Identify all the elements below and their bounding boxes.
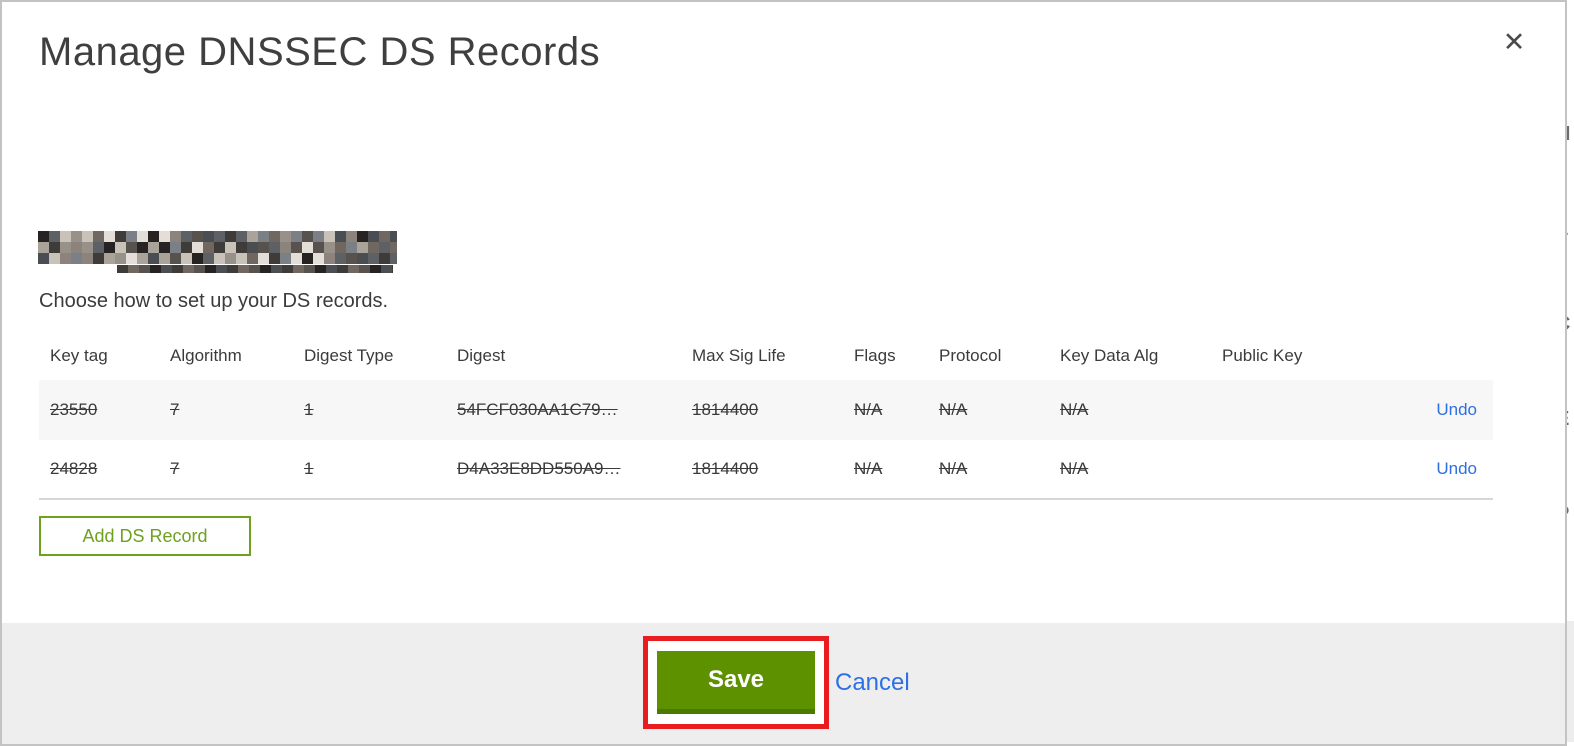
table-row: 23550 7 1 54FCF030AA1C79… 1814400 N/A N/… (39, 380, 1493, 440)
key-tag-cell: 23550 (50, 400, 98, 419)
header-digest: Digest (457, 346, 506, 365)
max-sig-life-cell: 1814400 (692, 400, 759, 419)
background-text-fragment: C (1567, 313, 1570, 336)
redacted-domain-underline (117, 265, 393, 273)
protocol-cell: N/A (939, 400, 968, 419)
flags-cell: N/A (854, 400, 883, 419)
page-title: Manage DNSSEC DS Records (39, 30, 601, 74)
header-digest-type: Digest Type (304, 346, 394, 365)
background-page-sliver: soNoLoCoEoPo (1567, 0, 1574, 746)
algorithm-cell: 7 (170, 400, 180, 419)
background-text-fragment: P (1567, 503, 1569, 526)
key-tag-cell: 24828 (50, 459, 98, 478)
manage-dnssec-modal: Manage DNSSEC DS Records ✕ Choose how to… (0, 0, 1567, 746)
flags-cell: N/A (854, 459, 883, 478)
digest-cell: D4A33E8DD550A9… (457, 459, 621, 478)
header-max-sig-life: Max Sig Life (692, 346, 786, 365)
undo-link[interactable]: Undo (1436, 400, 1477, 420)
header-key-tag: Key tag (50, 346, 108, 365)
subtitle-text: Choose how to set up your DS records. (39, 290, 389, 312)
background-footer-sliver (1567, 621, 1574, 742)
digest-type-cell: 1 (304, 400, 314, 419)
table-row: 24828 7 1 D4A33E8DD550A9… 1814400 N/A N/… (39, 440, 1493, 500)
header-key-data-alg: Key Data Alg (1060, 346, 1159, 365)
redacted-domain (38, 231, 397, 265)
save-highlight-annotation: Save (643, 636, 829, 729)
background-text-fragment: E (1567, 408, 1569, 431)
undo-link[interactable]: Undo (1436, 459, 1477, 479)
add-ds-record-button[interactable]: Add DS Record (39, 516, 251, 556)
save-button[interactable]: Save (657, 651, 815, 714)
algorithm-cell: 7 (170, 459, 180, 478)
digest-type-cell: 1 (304, 459, 314, 478)
header-flags: Flags (854, 346, 896, 365)
ds-records-table: Key tag Algorithm Digest Type Digest Max… (39, 332, 1493, 500)
header-protocol: Protocol (939, 346, 1002, 365)
screenshot-root: Manage DNSSEC DS Records ✕ Choose how to… (0, 0, 1574, 746)
cancel-link[interactable]: Cancel (835, 636, 910, 729)
key-data-alg-cell: N/A (1060, 400, 1089, 419)
digest-cell: 54FCF030AA1C79… (457, 400, 618, 419)
background-text-fragment: L (1567, 218, 1568, 241)
key-data-alg-cell: N/A (1060, 459, 1089, 478)
close-icon[interactable]: ✕ (1494, 22, 1534, 62)
background-text-fragment: N (1567, 123, 1570, 146)
protocol-cell: N/A (939, 459, 968, 478)
header-algorithm: Algorithm (170, 346, 242, 365)
modal-footer: Save Cancel (2, 623, 1565, 744)
max-sig-life-cell: 1814400 (692, 459, 759, 478)
table-header-row: Key tag Algorithm Digest Type Digest Max… (39, 332, 1493, 380)
header-public-key: Public Key (1222, 346, 1303, 365)
